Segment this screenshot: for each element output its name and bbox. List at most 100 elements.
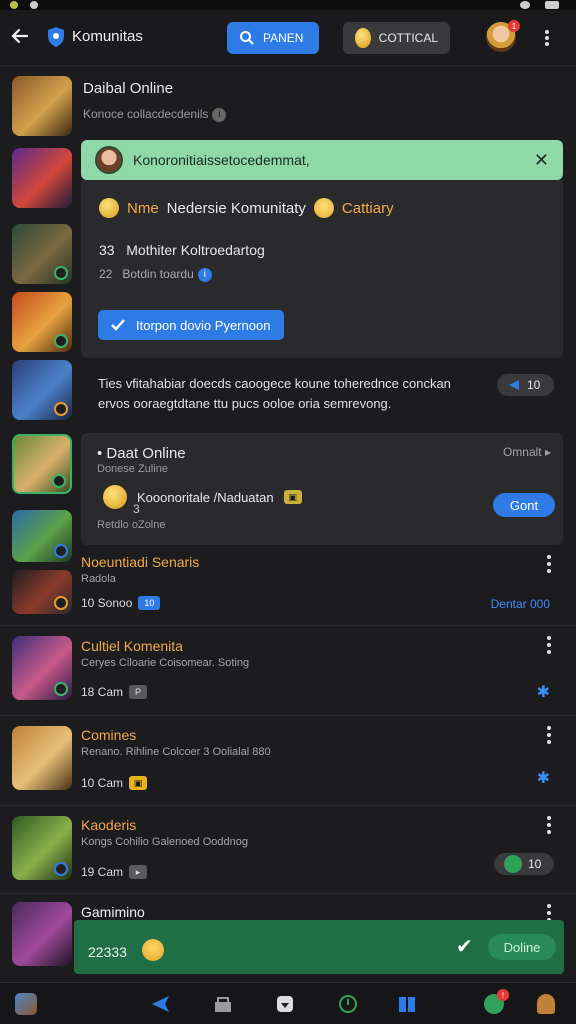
nav-profile-icon[interactable] — [534, 992, 558, 1016]
game-icon[interactable] — [12, 224, 72, 284]
online-card-title: • Daat Online — [97, 445, 186, 462]
check-icon — [111, 319, 125, 331]
doline-button[interactable]: Doline — [488, 934, 556, 960]
online-card-link[interactable]: Omnalt ▸ — [503, 445, 551, 459]
game-icon[interactable] — [12, 360, 72, 420]
list-item[interactable]: Noeuntiadi Senaris Radola 10 Sonoo 10 Den… — [0, 545, 576, 625]
shield-icon — [48, 27, 64, 47]
more-vert-icon[interactable] — [540, 26, 554, 50]
game-icon[interactable] — [12, 434, 72, 494]
online-card-num: 3 — [133, 502, 140, 516]
online-badge — [54, 862, 68, 876]
game-icon[interactable] — [12, 292, 72, 352]
row-subtitle: Konoce collacdecdenils i — [83, 107, 227, 122]
online-badge — [54, 402, 68, 416]
signal-icon — [520, 1, 530, 9]
nav-store-icon[interactable] — [211, 992, 235, 1016]
toast-notification: Konoronitiaissetocedemmat, ✕ — [81, 140, 563, 180]
game-icon[interactable] — [12, 148, 72, 208]
popup-line2: 22 Botdin toardu i — [99, 267, 212, 282]
star-icon[interactable]: ✱ — [537, 768, 550, 788]
like-pill[interactable]: 10 — [494, 853, 554, 875]
list-item[interactable]: Cultiel Komenita Ceryes Ciloarie Coisome… — [0, 625, 576, 715]
coin-icon — [103, 485, 127, 509]
popup-primary-label: Itorpon dovio Pyernoon — [136, 317, 271, 333]
back-arrow-icon[interactable] — [8, 24, 32, 48]
more-vert-icon[interactable] — [546, 816, 552, 834]
list-item-chip: 18 Cam P — [81, 683, 148, 701]
star-icon[interactable]: ✱ — [537, 682, 550, 702]
status-dot-icon — [30, 1, 38, 9]
bottom-nav: ! — [0, 982, 576, 1024]
list-item-title: Comines — [81, 727, 137, 743]
popup-header: Nme Nedersie Komunitaty Cattiary — [99, 198, 394, 218]
banner-number: 22333 — [88, 944, 127, 960]
app-bar: Komunitas PANEN COTTICAL 1 — [0, 10, 576, 66]
list-item-subtitle: Ceryes Ciloarie Coisomear. Soting — [81, 657, 250, 669]
smile-icon — [142, 939, 164, 961]
tag-icon: ▣ — [283, 490, 302, 504]
nav-book-icon[interactable] — [395, 992, 419, 1016]
share-pill-count: 10 — [527, 378, 541, 392]
share-pill[interactable]: 10 — [497, 374, 554, 396]
online-badge — [54, 266, 68, 280]
confirmation-banner: 22333 ✔ Doline — [74, 920, 564, 974]
panen-button-label: PANEN — [263, 31, 304, 45]
gont-button[interactable]: Gont — [493, 493, 555, 517]
list-item-chip: 10 Cam ▣ — [81, 774, 148, 792]
online-badge — [54, 682, 68, 696]
list-item-title: Gamimino — [81, 904, 145, 920]
game-icon — [12, 902, 72, 966]
list-item[interactable]: Kaoderis Kongs Cohilio Galenoed Ooddnog … — [0, 805, 576, 893]
nav-game-icon[interactable] — [14, 992, 38, 1016]
app-title: Komunitas — [72, 28, 143, 45]
info-icon[interactable]: i — [197, 267, 212, 282]
more-vert-icon[interactable] — [546, 555, 552, 573]
coin-icon — [99, 198, 119, 218]
thumbs-up-icon — [504, 855, 522, 873]
description-text: Ties vfitahabiar doecds caoogece koune t… — [98, 376, 451, 411]
check-icon: ✔ — [456, 936, 473, 958]
more-vert-icon[interactable] — [546, 636, 552, 654]
community-popup: Nme Nedersie Komunitaty Cattiary 33 Moth… — [81, 180, 563, 358]
popup-primary-button[interactable]: Itorpon dovio Pyernoon — [98, 310, 284, 340]
game-icon — [12, 816, 72, 880]
list-item[interactable]: Comines Renano. Rihline Colcoer 3 Oolial… — [0, 715, 576, 805]
smile-icon — [313, 198, 334, 218]
share-icon — [509, 380, 519, 390]
game-icon — [12, 726, 72, 790]
list-item-chip: 19 Cam ▸ — [81, 863, 148, 881]
status-bar — [0, 0, 576, 10]
cottical-button[interactable]: COTTICAL — [343, 22, 450, 54]
more-vert-icon[interactable] — [546, 726, 552, 744]
list-item-chip: 10 Sonoo 10 — [81, 594, 161, 612]
online-badge — [54, 334, 68, 348]
info-icon[interactable]: i — [212, 107, 227, 122]
list-item-title: Cultiel Komenita — [81, 638, 183, 654]
popup-head-right: Cattiary — [341, 199, 394, 217]
status-dot-icon — [10, 1, 18, 9]
list-item-subtitle: Renano. Rihline Colcoer 3 Oolialal 880 — [81, 746, 271, 758]
notification-badge: 1 — [508, 20, 520, 32]
panen-button[interactable]: PANEN — [227, 22, 319, 54]
list-item-subtitle: Kongs Cohilio Galenoed Ooddnog — [81, 836, 248, 848]
nav-shield-icon[interactable] — [273, 992, 297, 1016]
online-card: • Daat Online Omnalt ▸ Donese Zuline Koo… — [81, 433, 563, 545]
list-item-right[interactable]: Dentar 000 — [491, 597, 550, 611]
row-title: Daibal Online — [83, 80, 174, 97]
nav-send-icon[interactable] — [148, 992, 172, 1016]
toast-text: Konoronitiaissetocedemmat, — [133, 152, 310, 168]
list-item-title: Noeuntiadi Senaris — [81, 554, 200, 570]
online-card-foot: Retdlo oZolne — [97, 519, 166, 531]
list-item-subtitle: Radola — [81, 573, 116, 585]
nav-power-icon[interactable] — [336, 992, 360, 1016]
toast-avatar — [95, 146, 123, 174]
online-badge — [52, 474, 66, 488]
close-icon[interactable]: ✕ — [534, 150, 549, 171]
popup-line1: 33 Mothiter Koltroedartog — [99, 242, 265, 258]
online-card-subtitle: Donese Zuline — [97, 463, 168, 475]
coin-icon — [355, 28, 371, 48]
battery-icon — [545, 1, 559, 9]
popup-head-mid: Nedersie Komunitaty — [166, 199, 306, 217]
game-icon[interactable] — [12, 76, 72, 136]
